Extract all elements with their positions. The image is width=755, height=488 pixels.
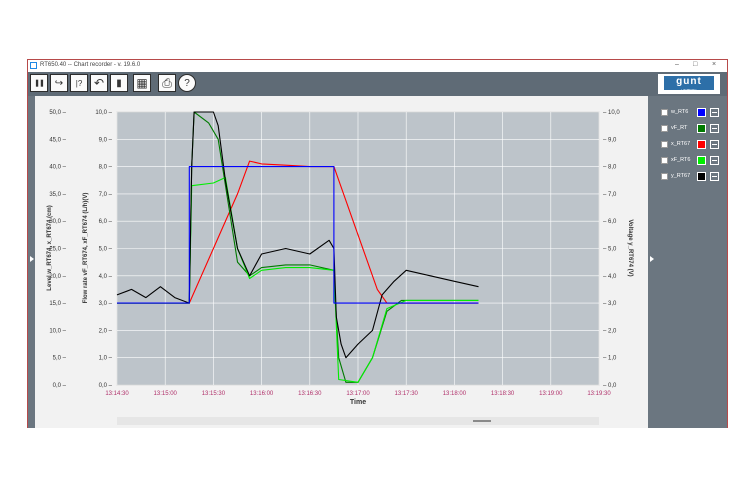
gunt-logo: gunt HAMBURG	[658, 74, 720, 94]
chart-svg: 13:14:30 13:15:00 13:15:30 13:16:00 13:16:30…	[47, 110, 633, 406]
x-tick-label: 13:14:30	[105, 391, 129, 397]
flow-tick-label: 3,0 –	[99, 301, 113, 307]
legend-item-xF_RT6: xF_RT6	[659, 156, 725, 166]
x-tick-label: 13:19:30	[587, 391, 611, 397]
collapse-icon[interactable]	[710, 140, 719, 149]
voltage-tick-label: – 4,0	[603, 274, 617, 280]
legend-item-vF_RT: vF_RT	[659, 124, 725, 134]
question-pointer-icon: |?	[75, 78, 83, 88]
x-axis-label: Time	[350, 399, 366, 406]
flow-tick-label: 0,0 –	[99, 383, 113, 389]
x-tick-label: 13:16:00	[250, 391, 274, 397]
flow-tick-label: 6,0 –	[99, 219, 113, 225]
printer-icon: ⎙	[162, 75, 172, 90]
voltage-tick-label: – 3,0	[603, 301, 617, 307]
voltage-tick-label: – 5,0	[603, 247, 617, 253]
collapse-icon[interactable]	[710, 172, 719, 181]
collapse-icon[interactable]	[710, 156, 719, 165]
expand-left-icon	[30, 256, 34, 262]
flow-tick-label: 10,0 –	[95, 110, 112, 116]
flow-tick-label: 1,0 –	[99, 356, 113, 362]
x-tick-label: 13:17:00	[346, 391, 370, 397]
trash-icon: ▮	[116, 77, 122, 89]
flow-axis-label: Flow rate vF_RT674, xF_RT674 (L/h)(V)	[83, 193, 89, 304]
print-button[interactable]: ⎙	[158, 74, 176, 92]
level-tick-label: 50,0 –	[49, 110, 66, 116]
flow-tick-label: 7,0 –	[99, 192, 113, 198]
flow-tick-label: 8,0 –	[99, 165, 113, 171]
export-icon: ↪	[54, 77, 64, 89]
pause-button[interactable]: ❚❚	[30, 74, 48, 92]
pause-icon: ❚❚	[34, 80, 45, 87]
toolbar: ❚❚ ↪ |? ↶ ▮ ▦ ⎙ ?	[28, 72, 727, 96]
x-tick-label: 13:15:30	[202, 391, 226, 397]
voltage-tick-label: – 9,0	[603, 137, 617, 143]
chart-area: 13:14:30 13:15:00 13:15:30 13:16:00 13:16:30…	[28, 96, 648, 428]
legend-item-x_RT67: x_RT67	[659, 140, 725, 150]
legend-checkbox[interactable]	[661, 125, 668, 132]
legend-item-y_RT67: y_RT67	[659, 172, 725, 182]
voltage-tick-label: – 1,0	[603, 356, 617, 362]
delete-button[interactable]: ▮	[110, 74, 128, 92]
undo-icon: ↶	[93, 76, 105, 90]
level-tick-label: 10,0 –	[49, 328, 66, 334]
right-collapse-strip[interactable]	[648, 96, 656, 428]
color-swatch[interactable]	[697, 156, 706, 165]
close-button[interactable]: ×	[712, 61, 716, 68]
grid-icon: ▦	[136, 76, 148, 90]
help-button[interactable]: ?	[178, 74, 196, 92]
restore-button[interactable]: □	[693, 61, 697, 68]
flow-tick-label: 2,0 –	[99, 328, 113, 334]
flow-tick-label: 5,0 –	[99, 247, 113, 253]
level-tick-label: 0,0 –	[53, 383, 67, 389]
level-tick-label: 35,0 –	[49, 192, 66, 198]
flow-tick-label: 9,0 –	[99, 137, 113, 143]
x-tick-label: 13:18:30	[491, 391, 515, 397]
scroll-thumb[interactable]	[473, 420, 491, 422]
legend-panel: w_RT6 vF_RT x_RT67 xF_RT6 y_RT67	[656, 96, 727, 428]
x-tick-label: 13:15:00	[154, 391, 178, 397]
legend-checkbox[interactable]	[661, 141, 668, 148]
color-swatch[interactable]	[697, 172, 706, 181]
minimize-button[interactable]: –	[675, 61, 679, 68]
expand-right-icon	[650, 256, 654, 262]
voltage-tick-label: – 6,0	[603, 219, 617, 225]
voltage-tick-label: – 0,0	[603, 383, 617, 389]
undo-button[interactable]: ↶	[90, 74, 108, 92]
chart-recorder-window: RT650.40 -- Chart recorder - v. 19.6.0 –…	[27, 59, 728, 428]
level-tick-label: 5,0 –	[53, 356, 67, 362]
help-context-button[interactable]: |?	[70, 74, 88, 92]
color-swatch[interactable]	[697, 140, 706, 149]
help-circle-icon: ?	[184, 77, 190, 89]
level-axis-label: Level w_RT674, x_RT674 (cm)	[47, 205, 53, 290]
x-tick-label: 13:16:30	[298, 391, 322, 397]
voltage-tick-label: – 2,0	[603, 328, 617, 334]
grid-button[interactable]: ▦	[133, 74, 151, 92]
left-collapse-strip[interactable]	[28, 96, 35, 428]
level-tick-label: 40,0 –	[49, 165, 66, 171]
flow-tick-label: 4,0 –	[99, 274, 113, 280]
color-swatch[interactable]	[697, 108, 706, 117]
export-button[interactable]: ↪	[50, 74, 68, 92]
x-tick-label: 13:19:00	[539, 391, 563, 397]
x-tick-label: 13:18:00	[443, 391, 467, 397]
color-swatch[interactable]	[697, 124, 706, 133]
legend-checkbox[interactable]	[661, 173, 668, 180]
voltage-tick-label: – 7,0	[603, 192, 617, 198]
legend-checkbox[interactable]	[661, 109, 668, 116]
voltage-axis-label: Voltage y_RT674 (V)	[627, 219, 633, 276]
title-bar: RT650.40 -- Chart recorder - v. 19.6.0 –…	[28, 60, 727, 72]
window-title: RT650.40 -- Chart recorder - v. 19.6.0	[40, 62, 141, 68]
level-tick-label: 15,0 –	[49, 301, 66, 307]
voltage-tick-label: – 10,0	[603, 110, 620, 116]
app-icon	[30, 62, 37, 69]
collapse-icon[interactable]	[710, 124, 719, 133]
x-tick-label: 13:17:30	[395, 391, 419, 397]
horizontal-scrollbar[interactable]	[117, 417, 599, 425]
voltage-tick-label: – 8,0	[603, 165, 617, 171]
legend-item-w_RT6: w_RT6	[659, 108, 725, 118]
legend-checkbox[interactable]	[661, 157, 668, 164]
collapse-icon[interactable]	[710, 108, 719, 117]
level-tick-label: 45,0 –	[49, 137, 66, 143]
